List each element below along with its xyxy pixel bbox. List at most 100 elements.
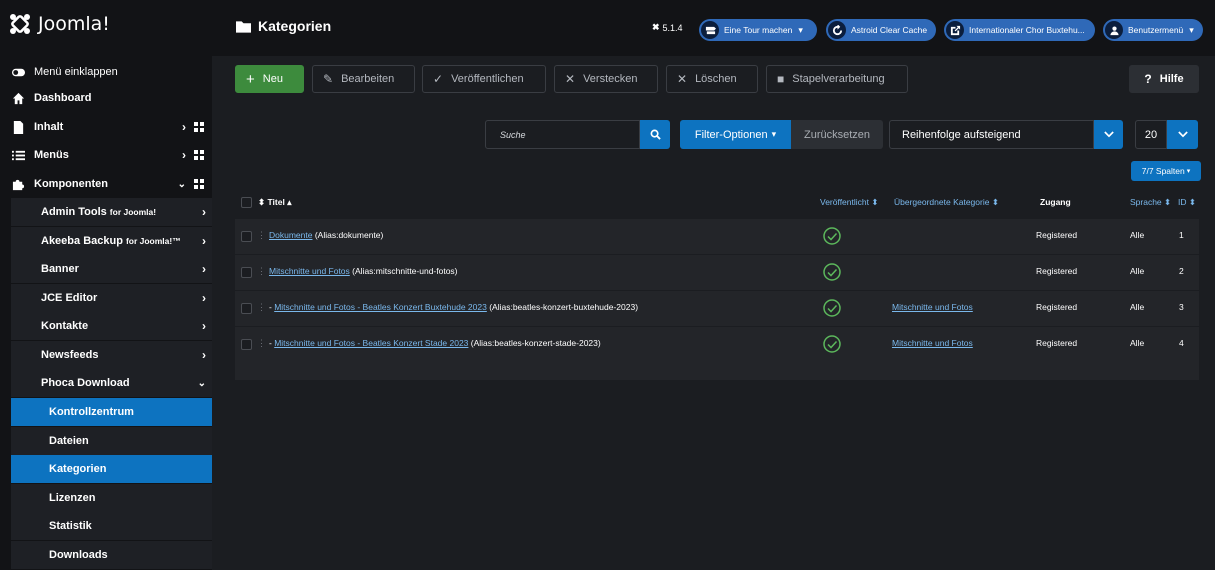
sidebar-item-label: Kontakte (41, 320, 89, 332)
sidebar-item-downloads[interactable]: Downloads (11, 541, 212, 569)
search-input[interactable]: Suche (485, 120, 640, 149)
question-icon: ? (1144, 72, 1152, 86)
row-checkbox[interactable] (241, 267, 252, 278)
batch-button-label: Stapelverarbeitung (792, 73, 885, 85)
filter-options-label: Filter-Optionen (694, 128, 768, 141)
category-title-link[interactable]: Mitschnitte und Fotos - Beatles Konzert … (274, 338, 468, 348)
sidebar-item-banner[interactable]: Banner › (11, 255, 212, 283)
sidebar-item-menus[interactable]: Menüs › (0, 141, 212, 169)
joomla-logo[interactable]: Joomla! (8, 12, 110, 36)
parent-column-header[interactable]: Übergeordnete Kategorie ⬍ (894, 197, 999, 208)
id-cell: 1 (1179, 230, 1184, 240)
search-button[interactable] (640, 120, 670, 149)
dashboard-grid-icon[interactable] (194, 122, 204, 132)
title-cell: Dokumente (Alias:dokumente) (269, 230, 383, 240)
sidebar-item-control-panel[interactable]: Kontrollzentrum (11, 398, 212, 426)
language-cell: Alle (1130, 266, 1145, 276)
row-checkbox[interactable] (241, 231, 252, 242)
tour-button[interactable]: Eine Tour machen ▾ (699, 19, 817, 41)
sidebar-item-contacts[interactable]: Kontakte › (11, 312, 212, 340)
ordering-dropdown[interactable] (1094, 120, 1123, 149)
row-checkbox[interactable] (241, 339, 252, 350)
drag-handle-icon[interactable]: ⋮ (257, 302, 266, 313)
edit-button-label: Bearbeiten (341, 73, 395, 85)
sidebar-item-jce-editor[interactable]: JCE Editor › (11, 284, 212, 312)
columns-button[interactable]: 7/7 Spalten ▾ (1131, 161, 1201, 181)
new-button[interactable]: + Neu (235, 65, 304, 93)
sidebar-item-components[interactable]: Komponenten ⌄ (0, 170, 212, 198)
id-column-header[interactable]: ID ⬍ (1178, 197, 1196, 208)
sidebar-item-suffix: for Joomla!™ (125, 236, 181, 246)
sidebar-item-dashboard[interactable]: Dashboard (0, 84, 212, 112)
filter-options-button[interactable]: Filter-Optionen ▾ (680, 120, 791, 149)
file-icon (11, 120, 25, 134)
publish-button[interactable]: ✓ Veröffentlichen (422, 65, 546, 93)
sidebar-item-label: Downloads (49, 549, 108, 561)
chevron-down-icon (1103, 131, 1114, 138)
drag-handle-icon[interactable]: ⋮ (257, 266, 266, 277)
help-button[interactable]: ? Hilfe (1129, 65, 1199, 93)
edit-button[interactable]: ✎ Bearbeiten (312, 65, 415, 93)
published-check-icon[interactable] (823, 299, 841, 319)
sidebar-item-content[interactable]: Inhalt › (0, 113, 212, 141)
published-check-icon[interactable] (823, 263, 841, 283)
table-row: ⋮ Mitschnitte und Fotos (Alias:mitschnit… (235, 254, 1199, 290)
sidebar-item-label: JCE Editor (41, 292, 98, 304)
sidebar-item-label: Menüs (34, 149, 69, 161)
title-cell: - Mitschnitte und Fotos - Beatles Konzer… (269, 338, 601, 348)
published-check-icon[interactable] (823, 227, 841, 247)
sidebar-item-statistics[interactable]: Statistik (11, 512, 212, 540)
chevron-right-icon: › (202, 205, 206, 219)
table-row: ⋮ - Mitschnitte und Fotos - Beatles Konz… (235, 326, 1199, 362)
category-alias: (Alias:mitschnitte-und-fotos) (352, 266, 458, 276)
user-menu-button[interactable]: Benutzermenü ▾ (1103, 19, 1203, 41)
clear-cache-button[interactable]: Astroid Clear Cache (826, 19, 936, 41)
dashboard-grid-icon[interactable] (194, 150, 204, 160)
title-cell: - Mitschnitte und Fotos - Beatles Konzer… (269, 302, 638, 312)
list-limit-select[interactable]: 20 (1135, 120, 1167, 149)
sidebar-item-licenses[interactable]: Lizenzen (11, 484, 212, 512)
sidebar-item-akeeba-backup[interactable]: Akeeba Backup for Joomla!™ › (11, 227, 212, 255)
reset-button[interactable]: Zurücksetzen (791, 120, 883, 149)
title-header-label: Titel (267, 197, 285, 207)
row-checkbox[interactable] (241, 303, 252, 314)
category-title-link[interactable]: Mitschnitte und Fotos - Beatles Konzert … (274, 302, 487, 312)
sidebar-item-files[interactable]: Dateien (11, 427, 212, 455)
category-title-link[interactable]: Dokumente (269, 230, 312, 240)
signpost-icon (701, 21, 719, 39)
ordering-select[interactable]: Reihenfolge aufsteigend (889, 120, 1094, 149)
parent-category-link[interactable]: Mitschnitte und Fotos (892, 338, 973, 348)
chevron-right-icon: › (202, 291, 206, 305)
dashboard-grid-icon[interactable] (194, 179, 204, 189)
category-title-link[interactable]: Mitschnitte und Fotos (269, 266, 350, 276)
sidebar-item-categories[interactable]: Kategorien (11, 455, 212, 483)
table-row: ⋮ Dokumente (Alias:dokumente) Registered… (235, 218, 1199, 254)
drag-handle-icon[interactable]: ⋮ (257, 230, 266, 241)
language-column-header[interactable]: Sprache ⬍ (1130, 197, 1171, 208)
title-column-header[interactable]: ⬍ Titel ▴ (258, 197, 291, 208)
chevron-down-icon: ⌄ (177, 178, 186, 190)
site-link-button[interactable]: Internationaler Chor Buxtehu... (944, 19, 1095, 41)
delete-button[interactable]: ✕ Löschen (666, 65, 758, 93)
sidebar-item-newsfeeds[interactable]: Newsfeeds › (11, 341, 212, 369)
list-limit-dropdown[interactable] (1167, 120, 1198, 149)
sidebar-item-admin-tools[interactable]: Admin Tools for Joomla! › (11, 198, 212, 226)
sidebar-item-label: Kontrollzentrum (49, 406, 134, 418)
search-placeholder: Suche (500, 129, 526, 140)
refresh-icon (828, 21, 846, 39)
sort-icon: ⬍ (991, 197, 999, 207)
chevron-down-icon: ▾ (771, 129, 777, 139)
page-title-text: Kategorien (258, 18, 332, 34)
site-label: Internationaler Chor Buxtehu... (969, 25, 1085, 35)
select-all-checkbox[interactable] (241, 197, 252, 208)
published-header-label: Veröffentlicht (820, 197, 869, 207)
published-check-icon[interactable] (823, 335, 841, 355)
drag-handle-icon[interactable]: ⋮ (257, 338, 266, 349)
unpublish-button[interactable]: ✕ Verstecken (554, 65, 658, 93)
sidebar-item-phoca-download[interactable]: Phoca Download ⌄ (11, 369, 212, 397)
batch-button[interactable]: ■ Stapelverarbeitung (766, 65, 908, 93)
edit-icon: ✎ (323, 72, 334, 86)
parent-category-link[interactable]: Mitschnitte und Fotos (892, 302, 973, 312)
published-column-header[interactable]: Veröffentlicht ⬍ (820, 197, 879, 208)
sidebar-toggle[interactable]: Menü einklappen (0, 58, 212, 86)
